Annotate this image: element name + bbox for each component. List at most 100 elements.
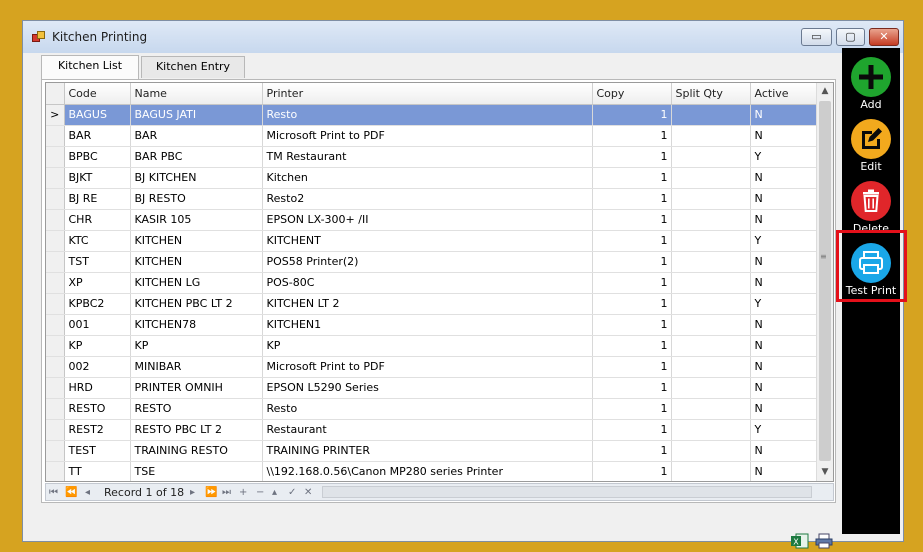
table-cell[interactable]: RESTO PBC LT 2 (130, 419, 263, 441)
table-cell[interactable]: EPSON L5290 Series (262, 377, 593, 399)
table-cell[interactable]: N (750, 398, 817, 420)
previous-page-icon[interactable]: ⏪ (65, 485, 77, 501)
append-icon[interactable]: + (239, 485, 247, 501)
table-row[interactable]: KTC KITCHEN KITCHENT 1 Y (46, 230, 817, 252)
row-header[interactable] (46, 293, 65, 315)
table-cell[interactable] (671, 440, 751, 462)
table-cell[interactable]: 1 (592, 167, 672, 189)
row-header[interactable] (46, 272, 65, 294)
table-cell[interactable]: MINIBAR (130, 356, 263, 378)
table-cell[interactable]: TRAINING RESTO (130, 440, 263, 462)
next-record-icon[interactable]: ▸ (190, 485, 195, 501)
table-cell[interactable] (671, 125, 751, 147)
table-row[interactable]: TEST TRAINING RESTO TRAINING PRINTER 1 N (46, 440, 817, 462)
table-cell[interactable]: 1 (592, 314, 672, 336)
table-cell[interactable]: KITCHENT (262, 230, 593, 252)
column-header[interactable]: Code (64, 83, 131, 105)
remove-icon[interactable]: − (256, 485, 264, 501)
table-cell[interactable]: 1 (592, 230, 672, 252)
table-cell[interactable] (671, 167, 751, 189)
table-cell[interactable]: CHR (64, 209, 131, 231)
table-cell[interactable]: BJ RESTO (130, 188, 263, 210)
table-row[interactable]: TST KITCHEN POS58 Printer(2) 1 N (46, 251, 817, 273)
close-button[interactable]: ✕ (869, 28, 899, 46)
row-header[interactable] (46, 125, 65, 147)
table-cell[interactable]: 1 (592, 125, 672, 147)
row-header[interactable] (46, 335, 65, 357)
table-cell[interactable]: KITCHEN (130, 230, 263, 252)
row-header[interactable] (46, 461, 65, 481)
table-cell[interactable]: 1 (592, 104, 672, 126)
table-cell[interactable]: 1 (592, 188, 672, 210)
table-row[interactable]: KPBC2 KITCHEN PBC LT 2 KITCHEN LT 21 Y (46, 293, 817, 315)
table-cell[interactable]: 1 (592, 146, 672, 168)
table-cell[interactable]: N (750, 356, 817, 378)
excel-export-icon[interactable]: X (791, 533, 809, 549)
table-cell[interactable]: Restaurant (262, 419, 593, 441)
table-cell[interactable]: EPSON LX-300+ /II (262, 209, 593, 231)
table-cell[interactable]: BPBC (64, 146, 131, 168)
table-cell[interactable] (671, 272, 751, 294)
table-cell[interactable] (671, 146, 751, 168)
cancel-edit-icon[interactable]: ✕ (304, 485, 312, 501)
table-row[interactable]: CHR KASIR 105 EPSON LX-300+ /II 1 N (46, 209, 817, 231)
print-icon[interactable] (815, 533, 833, 549)
row-header[interactable] (46, 356, 65, 378)
column-header[interactable]: Copy (592, 83, 672, 105)
row-header[interactable] (46, 146, 65, 168)
table-cell[interactable]: Resto2 (262, 188, 593, 210)
column-header[interactable]: Name (130, 83, 263, 105)
row-header[interactable] (46, 188, 65, 210)
edit-button[interactable]: Edit (842, 114, 900, 174)
table-cell[interactable]: N (750, 104, 817, 126)
last-record-icon[interactable]: ⏭ (222, 485, 231, 501)
table-cell[interactable]: POS58 Printer(2) (262, 251, 593, 273)
table-cell[interactable]: N (750, 167, 817, 189)
column-header[interactable]: Printer (262, 83, 593, 105)
table-cell[interactable] (671, 293, 751, 315)
maximize-button[interactable]: ▢ (836, 28, 865, 46)
table-cell[interactable]: XP (64, 272, 131, 294)
table-cell[interactable]: \\192.168.0.56\Canon MP280 series Printe… (262, 461, 593, 481)
table-cell[interactable]: 1 (592, 356, 672, 378)
table-cell[interactable]: TM Restaurant (262, 146, 593, 168)
table-cell[interactable]: Y (750, 230, 817, 252)
table-cell[interactable]: Resto (262, 398, 593, 420)
table-cell[interactable] (671, 209, 751, 231)
table-cell[interactable]: BAR (64, 125, 131, 147)
table-cell[interactable]: KITCHEN PBC LT 2 (130, 293, 263, 315)
table-cell[interactable]: POS-80C (262, 272, 593, 294)
table-cell[interactable]: BJ KITCHEN (130, 167, 263, 189)
first-record-icon[interactable]: ⏮ (49, 485, 58, 501)
column-header[interactable]: Active (750, 83, 817, 105)
table-cell[interactable]: 1 (592, 209, 672, 231)
row-header[interactable] (46, 440, 65, 462)
table-cell[interactable]: N (750, 335, 817, 357)
table-cell[interactable]: 1 (592, 293, 672, 315)
table-cell[interactable]: N (750, 272, 817, 294)
table-cell[interactable]: BAGUS JATI (130, 104, 263, 126)
title-bar[interactable]: Kitchen Printing ▭ ▢ ✕ (23, 21, 903, 53)
table-cell[interactable]: BAR PBC (130, 146, 263, 168)
table-cell[interactable]: RESTO (64, 398, 131, 420)
table-cell[interactable]: KTC (64, 230, 131, 252)
table-cell[interactable] (671, 230, 751, 252)
table-cell[interactable] (671, 461, 751, 481)
row-header[interactable] (46, 209, 65, 231)
table-cell[interactable]: Microsoft Print to PDF (262, 125, 593, 147)
table-cell[interactable]: KITCHEN (130, 251, 263, 273)
table-row[interactable]: XP KITCHEN LG POS-80C 1 N (46, 272, 817, 294)
row-header[interactable] (46, 419, 65, 441)
table-cell[interactable]: KASIR 105 (130, 209, 263, 231)
horizontal-scrollbar[interactable] (322, 486, 812, 498)
vertical-scrollbar[interactable]: ▲ ≡ ▼ (816, 83, 833, 481)
table-cell[interactable]: TEST (64, 440, 131, 462)
table-cell[interactable]: N (750, 209, 817, 231)
column-header[interactable]: Split Qty (671, 83, 751, 105)
table-cell[interactable]: N (750, 377, 817, 399)
scroll-up-icon[interactable]: ▲ (817, 83, 833, 100)
table-cell[interactable]: 1 (592, 377, 672, 399)
table-cell[interactable] (671, 314, 751, 336)
table-cell[interactable] (671, 398, 751, 420)
table-cell[interactable]: Y (750, 419, 817, 441)
